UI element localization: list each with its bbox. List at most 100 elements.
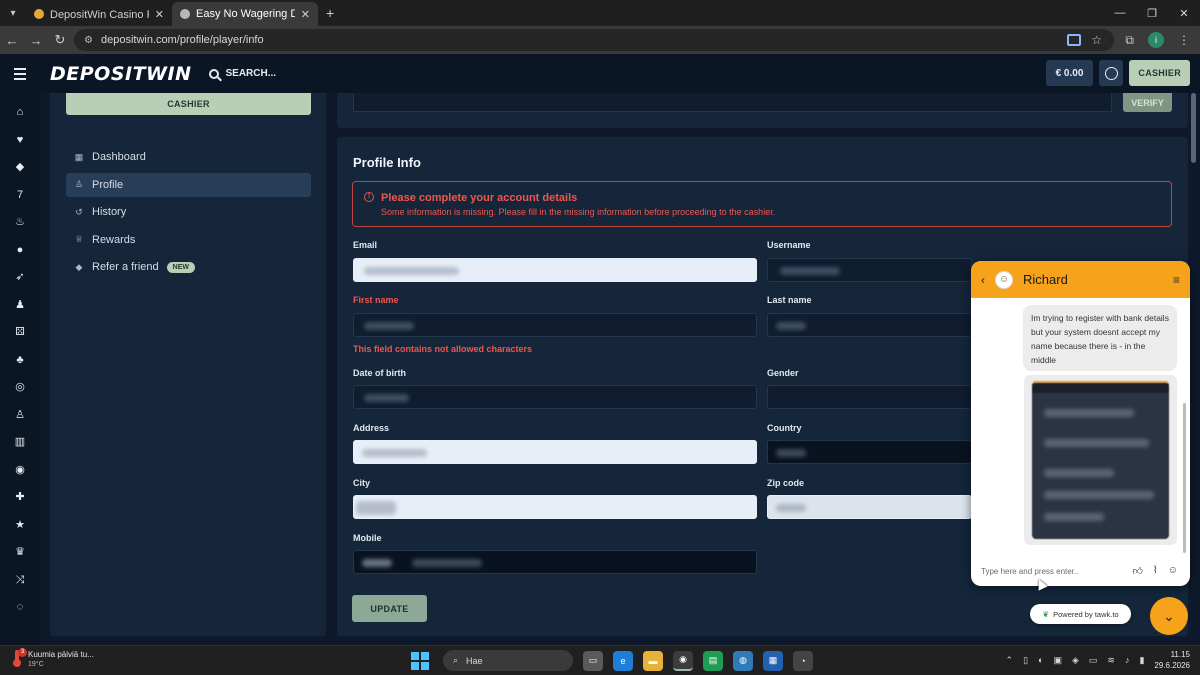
verification-input[interactable]: [353, 93, 1112, 112]
fire-icon[interactable]: ♨: [13, 215, 27, 229]
extensions-icon[interactable]: ⧉: [1125, 33, 1134, 48]
cashier-button[interactable]: CASHIER: [1129, 60, 1190, 86]
new-badge: NEW: [166, 261, 195, 273]
dealer-icon[interactable]: ♙: [13, 408, 27, 422]
menu-icon[interactable]: [0, 54, 40, 93]
balance-display[interactable]: € 0.00: [1045, 60, 1094, 86]
bookmark-star-icon[interactable]: ☆: [1091, 33, 1102, 47]
cast-icon[interactable]: [1067, 34, 1082, 46]
cards-icon[interactable]: ♣: [13, 353, 27, 367]
recorder-app-icon[interactable]: ◔: [793, 650, 813, 671]
file-explorer-icon[interactable]: ▬: [643, 650, 663, 671]
powered-by-badge[interactable]: ❦ Powered by tawk.to: [1030, 604, 1131, 624]
sidebar-cashier-button[interactable]: CASHIER: [66, 93, 311, 115]
close-window-icon[interactable]: ✕: [1168, 7, 1200, 20]
weather-widget[interactable]: 3 Kuumia päiviä tu... 19°C: [12, 648, 94, 670]
home-icon[interactable]: ⌂: [13, 105, 27, 119]
battery-icon[interactable]: ▮: [1139, 655, 1144, 666]
gender-select[interactable]: [767, 385, 972, 409]
dob-field[interactable]: [353, 385, 757, 409]
emoji-icon[interactable]: ☺: [1168, 565, 1178, 577]
maximize-icon[interactable]: ❐: [1136, 7, 1168, 20]
browser-menu-icon[interactable]: ⋮: [1178, 33, 1190, 47]
chat-scrollbar[interactable]: [1183, 403, 1186, 553]
poker-chip-icon[interactable]: ●: [13, 243, 27, 257]
close-tab-icon[interactable]: ✕: [301, 8, 310, 21]
diamond-icon[interactable]: ◆: [13, 160, 27, 174]
profile-avatar[interactable]: i: [1148, 32, 1164, 48]
crown-icon[interactable]: ♛: [13, 545, 27, 559]
username-label: Username: [767, 240, 811, 250]
thumbs-up-icon[interactable]: 👍︎: [1132, 565, 1142, 577]
attachment-icon[interactable]: ⌇: [1153, 565, 1158, 577]
site-logo[interactable]: DEPOSITWIN: [50, 63, 191, 85]
last-name-field[interactable]: [767, 313, 972, 337]
tray-app-icon[interactable]: ▭: [1089, 655, 1098, 666]
tray-app-icon[interactable]: ◈: [1072, 655, 1079, 666]
target-icon[interactable]: ◉: [13, 463, 27, 477]
seven-icon[interactable]: 7: [13, 188, 27, 202]
browser-tab-2[interactable]: Easy No Wagering Deposit Cry ✕: [172, 2, 318, 26]
tray-chevron-icon[interactable]: ⌃: [1006, 655, 1014, 666]
globe-app-icon[interactable]: ◍: [733, 650, 753, 671]
tray-app-icon[interactable]: ▯: [1023, 655, 1028, 666]
account-button[interactable]: [1099, 60, 1124, 86]
leaderboard-icon[interactable]: ▥: [13, 435, 27, 449]
address-field[interactable]: [353, 440, 757, 464]
affiliate-icon[interactable]: ⤨: [13, 573, 27, 587]
chrome-icon[interactable]: ◉: [673, 650, 693, 671]
sidebar-item-history[interactable]: ↺ History: [66, 200, 311, 224]
edge-icon[interactable]: e: [613, 650, 633, 671]
gift-icon[interactable]: ✚: [13, 490, 27, 504]
chat-image-attachment[interactable]: [1024, 375, 1177, 545]
tray-app-icon[interactable]: ◐: [1038, 655, 1043, 665]
site-info-icon[interactable]: ⚙: [84, 35, 93, 46]
city-field[interactable]: [353, 495, 757, 519]
new-tab-icon[interactable]: +: [326, 5, 334, 21]
username-field[interactable]: [767, 258, 972, 282]
browser-tab-1[interactable]: DepositWin Casino Review ⊳ E ✕: [26, 2, 172, 26]
start-button[interactable]: [411, 651, 429, 670]
sidebar-item-dashboard[interactable]: ▦ Dashboard: [66, 145, 311, 169]
chat-toggle-button[interactable]: ⌄: [1150, 597, 1188, 635]
weather-temp: 19°C: [28, 661, 44, 668]
country-select[interactable]: [767, 440, 972, 464]
tray-app-icon[interactable]: ▣: [1053, 655, 1062, 666]
document-app-icon[interactable]: ▦: [763, 650, 783, 671]
first-name-field[interactable]: [353, 313, 757, 337]
heart-icon[interactable]: ♥: [13, 133, 27, 147]
system-clock[interactable]: 11.15 29.6.2026: [1154, 649, 1190, 671]
minimize-icon[interactable]: —: [1104, 7, 1136, 19]
update-button[interactable]: UPDATE: [352, 595, 427, 622]
wifi-icon[interactable]: ≋: [1107, 655, 1115, 666]
reload-icon[interactable]: ↻: [48, 32, 72, 48]
chevron-left-icon[interactable]: ‹: [981, 273, 985, 287]
chat-icon[interactable]: ◌: [13, 600, 27, 614]
search-button[interactable]: SEARCH...: [209, 68, 276, 79]
forward-icon[interactable]: →: [24, 33, 48, 48]
address-bar[interactable]: ⚙ depositwin.com/profile/player/info ☆: [74, 29, 1114, 51]
close-tab-icon[interactable]: ✕: [155, 8, 164, 21]
rocket-icon[interactable]: ➶: [13, 270, 27, 284]
chat-input[interactable]: Type here and press enter..: [981, 567, 1078, 576]
page-scrollbar[interactable]: [1191, 93, 1197, 645]
roulette-icon[interactable]: ◎: [13, 380, 27, 394]
taskbar-search[interactable]: ⌕ Hae: [443, 650, 573, 671]
volume-icon[interactable]: ♪: [1125, 655, 1130, 665]
back-icon[interactable]: ←: [0, 33, 24, 48]
sidebar-item-profile[interactable]: ♙ Profile: [66, 172, 311, 197]
sidebar-item-rewards[interactable]: ♕ Rewards: [66, 228, 311, 252]
zip-field[interactable]: [767, 495, 972, 519]
verify-button[interactable]: VERIFY: [1123, 93, 1172, 112]
task-view-icon[interactable]: ▭: [583, 650, 603, 671]
spreadsheet-app-icon[interactable]: ▤: [703, 650, 723, 671]
mobile-field[interactable]: [353, 550, 757, 574]
email-field[interactable]: [353, 258, 757, 282]
star-icon[interactable]: ★: [13, 518, 27, 532]
agent-avatar: ☺: [995, 270, 1013, 289]
chat-menu-icon[interactable]: ≡: [1173, 273, 1180, 287]
tab-list-button[interactable]: ▾: [0, 0, 26, 26]
stamp-icon[interactable]: ♟: [13, 298, 27, 312]
dice-icon[interactable]: ⚄: [13, 325, 27, 339]
sidebar-item-refer[interactable]: ◆ Refer a friend NEW: [66, 255, 311, 279]
